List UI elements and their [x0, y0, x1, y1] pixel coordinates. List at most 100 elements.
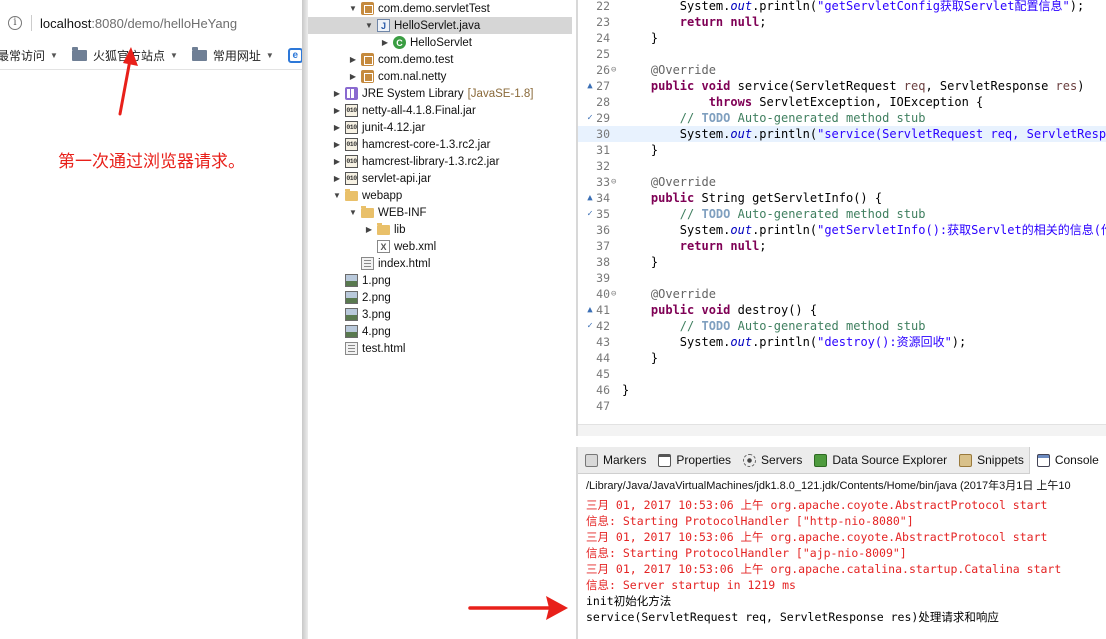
bookmark-item[interactable]: e何: [287, 47, 303, 64]
code-token: return: [679, 15, 724, 29]
code-line[interactable]: 45: [578, 366, 1106, 382]
java-editor[interactable]: 22 System.out.println("getServletConfig获…: [576, 0, 1106, 436]
code-token: "service(ServletRequest req, ServletResp…: [817, 127, 1106, 141]
code-text: }: [622, 30, 658, 46]
code-line[interactable]: 37 return null;: [578, 238, 1106, 254]
tree-item[interactable]: ▶ 010 servlet-api.jar: [332, 170, 572, 187]
tree-item[interactable]: 1.png: [332, 272, 572, 289]
code-line[interactable]: 36 System.out.println("getServletInfo():…: [578, 222, 1106, 238]
expand-arrow-icon[interactable]: ▼: [364, 21, 374, 30]
tree-item-label: hamcrest-core-1.3.rc2.jar: [362, 138, 491, 151]
code-line[interactable]: 25: [578, 46, 1106, 62]
collapse-arrow-icon[interactable]: ▶: [348, 55, 358, 64]
expand-arrow-icon[interactable]: ▼: [348, 4, 358, 13]
tree-item[interactable]: Xweb.xml: [364, 238, 572, 255]
tree-item-label: 4.png: [362, 325, 391, 338]
tree-item[interactable]: ▼ WEB-INF: [348, 204, 572, 221]
task-marker-icon[interactable]: ✓: [584, 110, 596, 126]
expand-arrow-icon[interactable]: ▼: [332, 191, 342, 200]
tab-snippets[interactable]: Snippets: [952, 447, 1029, 474]
collapse-arrow-icon[interactable]: ▶: [332, 140, 342, 149]
code-line[interactable]: 24 }: [578, 30, 1106, 46]
collapse-arrow-icon[interactable]: ▶: [332, 157, 342, 166]
tab-markers[interactable]: Markers: [578, 447, 651, 474]
collapse-arrow-icon[interactable]: ▶: [348, 72, 358, 81]
html-file-icon: [345, 342, 358, 355]
code-line[interactable]: 26 ⊖ @Override: [578, 62, 1106, 78]
tree-item[interactable]: ▼ com.demo.servletTest: [348, 0, 572, 17]
line-number: 24: [596, 31, 610, 45]
code-line[interactable]: 28 throws ServletException, IOException …: [578, 94, 1106, 110]
tree-item[interactable]: 2.png: [332, 289, 572, 306]
tree-item[interactable]: ▶ 010 junit-4.12.jar: [332, 119, 572, 136]
tree-item[interactable]: ▶ 010 hamcrest-library-1.3.rc2.jar: [332, 153, 572, 170]
code-line[interactable]: 32: [578, 158, 1106, 174]
override-marker-icon[interactable]: ▲: [584, 302, 596, 318]
fold-toggle-icon[interactable]: ⊖: [611, 174, 616, 190]
collapse-arrow-icon[interactable]: ▶: [332, 106, 342, 115]
code-line[interactable]: 40 ⊖ @Override: [578, 286, 1106, 302]
code-line[interactable]: 44 }: [578, 350, 1106, 366]
console-line: 三月 01, 2017 10:53:06 上午 org.apache.catal…: [586, 562, 1062, 576]
code-line[interactable]: 31 }: [578, 142, 1106, 158]
code-token: ServletException, IOException {: [752, 95, 984, 109]
code-token: @Override: [650, 287, 716, 301]
override-marker-icon[interactable]: ▲: [584, 190, 596, 206]
task-marker-icon[interactable]: ✓: [584, 318, 596, 334]
tree-item[interactable]: ▼ J HelloServlet.java: [308, 17, 572, 34]
tree-item[interactable]: ▶ lib: [364, 221, 572, 238]
code-line[interactable]: 41 ▲ public void destroy() {: [578, 302, 1106, 318]
expand-arrow-icon[interactable]: ▼: [348, 208, 358, 217]
tree-item[interactable]: ▼ webapp: [332, 187, 572, 204]
tab-servers[interactable]: Servers: [736, 447, 807, 474]
code-line[interactable]: 34 ▲ public String getServletInfo() {: [578, 190, 1106, 206]
code-line[interactable]: 23 return null;: [578, 14, 1106, 30]
tree-item[interactable]: 4.png: [332, 323, 572, 340]
url-text[interactable]: localhost:8080/demo/helloHeYang: [40, 16, 237, 31]
address-bar[interactable]: i localhost:8080/demo/helloHeYang: [0, 9, 303, 37]
code-line[interactable]: 33 ⊖ @Override: [578, 174, 1106, 190]
tree-item[interactable]: ▶ com.nal.netty: [348, 68, 572, 85]
code-line[interactable]: 35 ✓ // TODO Auto-generated method stub: [578, 206, 1106, 222]
tree-item[interactable]: ▶ C HelloServlet: [380, 34, 572, 51]
tab-console[interactable]: Console✕: [1028, 447, 1106, 474]
bookmark-item[interactable]: 最常访问 ▼: [0, 47, 58, 64]
info-icon[interactable]: i: [8, 16, 22, 30]
browser-window: i localhost:8080/demo/helloHeYang 最常访问▼火…: [0, 0, 303, 639]
code-token: System.: [622, 127, 731, 141]
tree-item[interactable]: ▶ JRE System Library [JavaSE-1.8]: [332, 85, 572, 102]
collapse-arrow-icon[interactable]: ▶: [332, 89, 342, 98]
line-number: 23: [596, 15, 610, 29]
tab-data-source-explorer[interactable]: Data Source Explorer: [807, 447, 952, 474]
code-token: out: [730, 335, 753, 349]
code-line[interactable]: 47: [578, 398, 1106, 414]
tree-item[interactable]: ▶ 010 hamcrest-core-1.3.rc2.jar: [332, 136, 572, 153]
code-line[interactable]: 46}: [578, 382, 1106, 398]
tab-properties[interactable]: Properties: [651, 447, 736, 474]
override-marker-icon[interactable]: ▲: [584, 78, 596, 94]
editor-horizontal-scrollbar[interactable]: [578, 424, 1106, 436]
code-line[interactable]: 43 System.out.println("destroy():资源回收");: [578, 334, 1106, 350]
code-line[interactable]: 42 ✓ // TODO Auto-generated method stub: [578, 318, 1106, 334]
collapse-arrow-icon[interactable]: ▶: [380, 38, 390, 47]
code-line[interactable]: 38 }: [578, 254, 1106, 270]
collapse-arrow-icon[interactable]: ▶: [364, 225, 374, 234]
code-token: out: [730, 0, 753, 13]
fold-toggle-icon[interactable]: ⊖: [611, 286, 616, 302]
tree-item[interactable]: index.html: [348, 255, 572, 272]
tab-label: Data Source Explorer: [832, 453, 948, 467]
code-line[interactable]: 27 ▲ public void service(ServletRequest r…: [578, 78, 1106, 94]
code-line[interactable]: 22 System.out.println("getServletConfig获…: [578, 0, 1106, 14]
tree-item[interactable]: 3.png: [332, 306, 572, 323]
collapse-arrow-icon[interactable]: ▶: [332, 174, 342, 183]
code-line[interactable]: 29 ✓ // TODO Auto-generated method stub: [578, 110, 1106, 126]
code-line[interactable]: 39: [578, 270, 1106, 286]
fold-toggle-icon[interactable]: ⊖: [611, 62, 616, 78]
tree-item[interactable]: ▶ 010 netty-all-4.1.8.Final.jar: [332, 102, 572, 119]
task-marker-icon[interactable]: ✓: [584, 206, 596, 222]
collapse-arrow-icon[interactable]: ▶: [332, 123, 342, 132]
tree-item[interactable]: ▶ com.demo.test: [348, 51, 572, 68]
tree-item[interactable]: test.html: [332, 340, 572, 357]
bookmark-item[interactable]: 常用网址 ▼: [191, 46, 274, 64]
code-line[interactable]: 30 System.out.println("service(ServletRe…: [578, 126, 1106, 142]
